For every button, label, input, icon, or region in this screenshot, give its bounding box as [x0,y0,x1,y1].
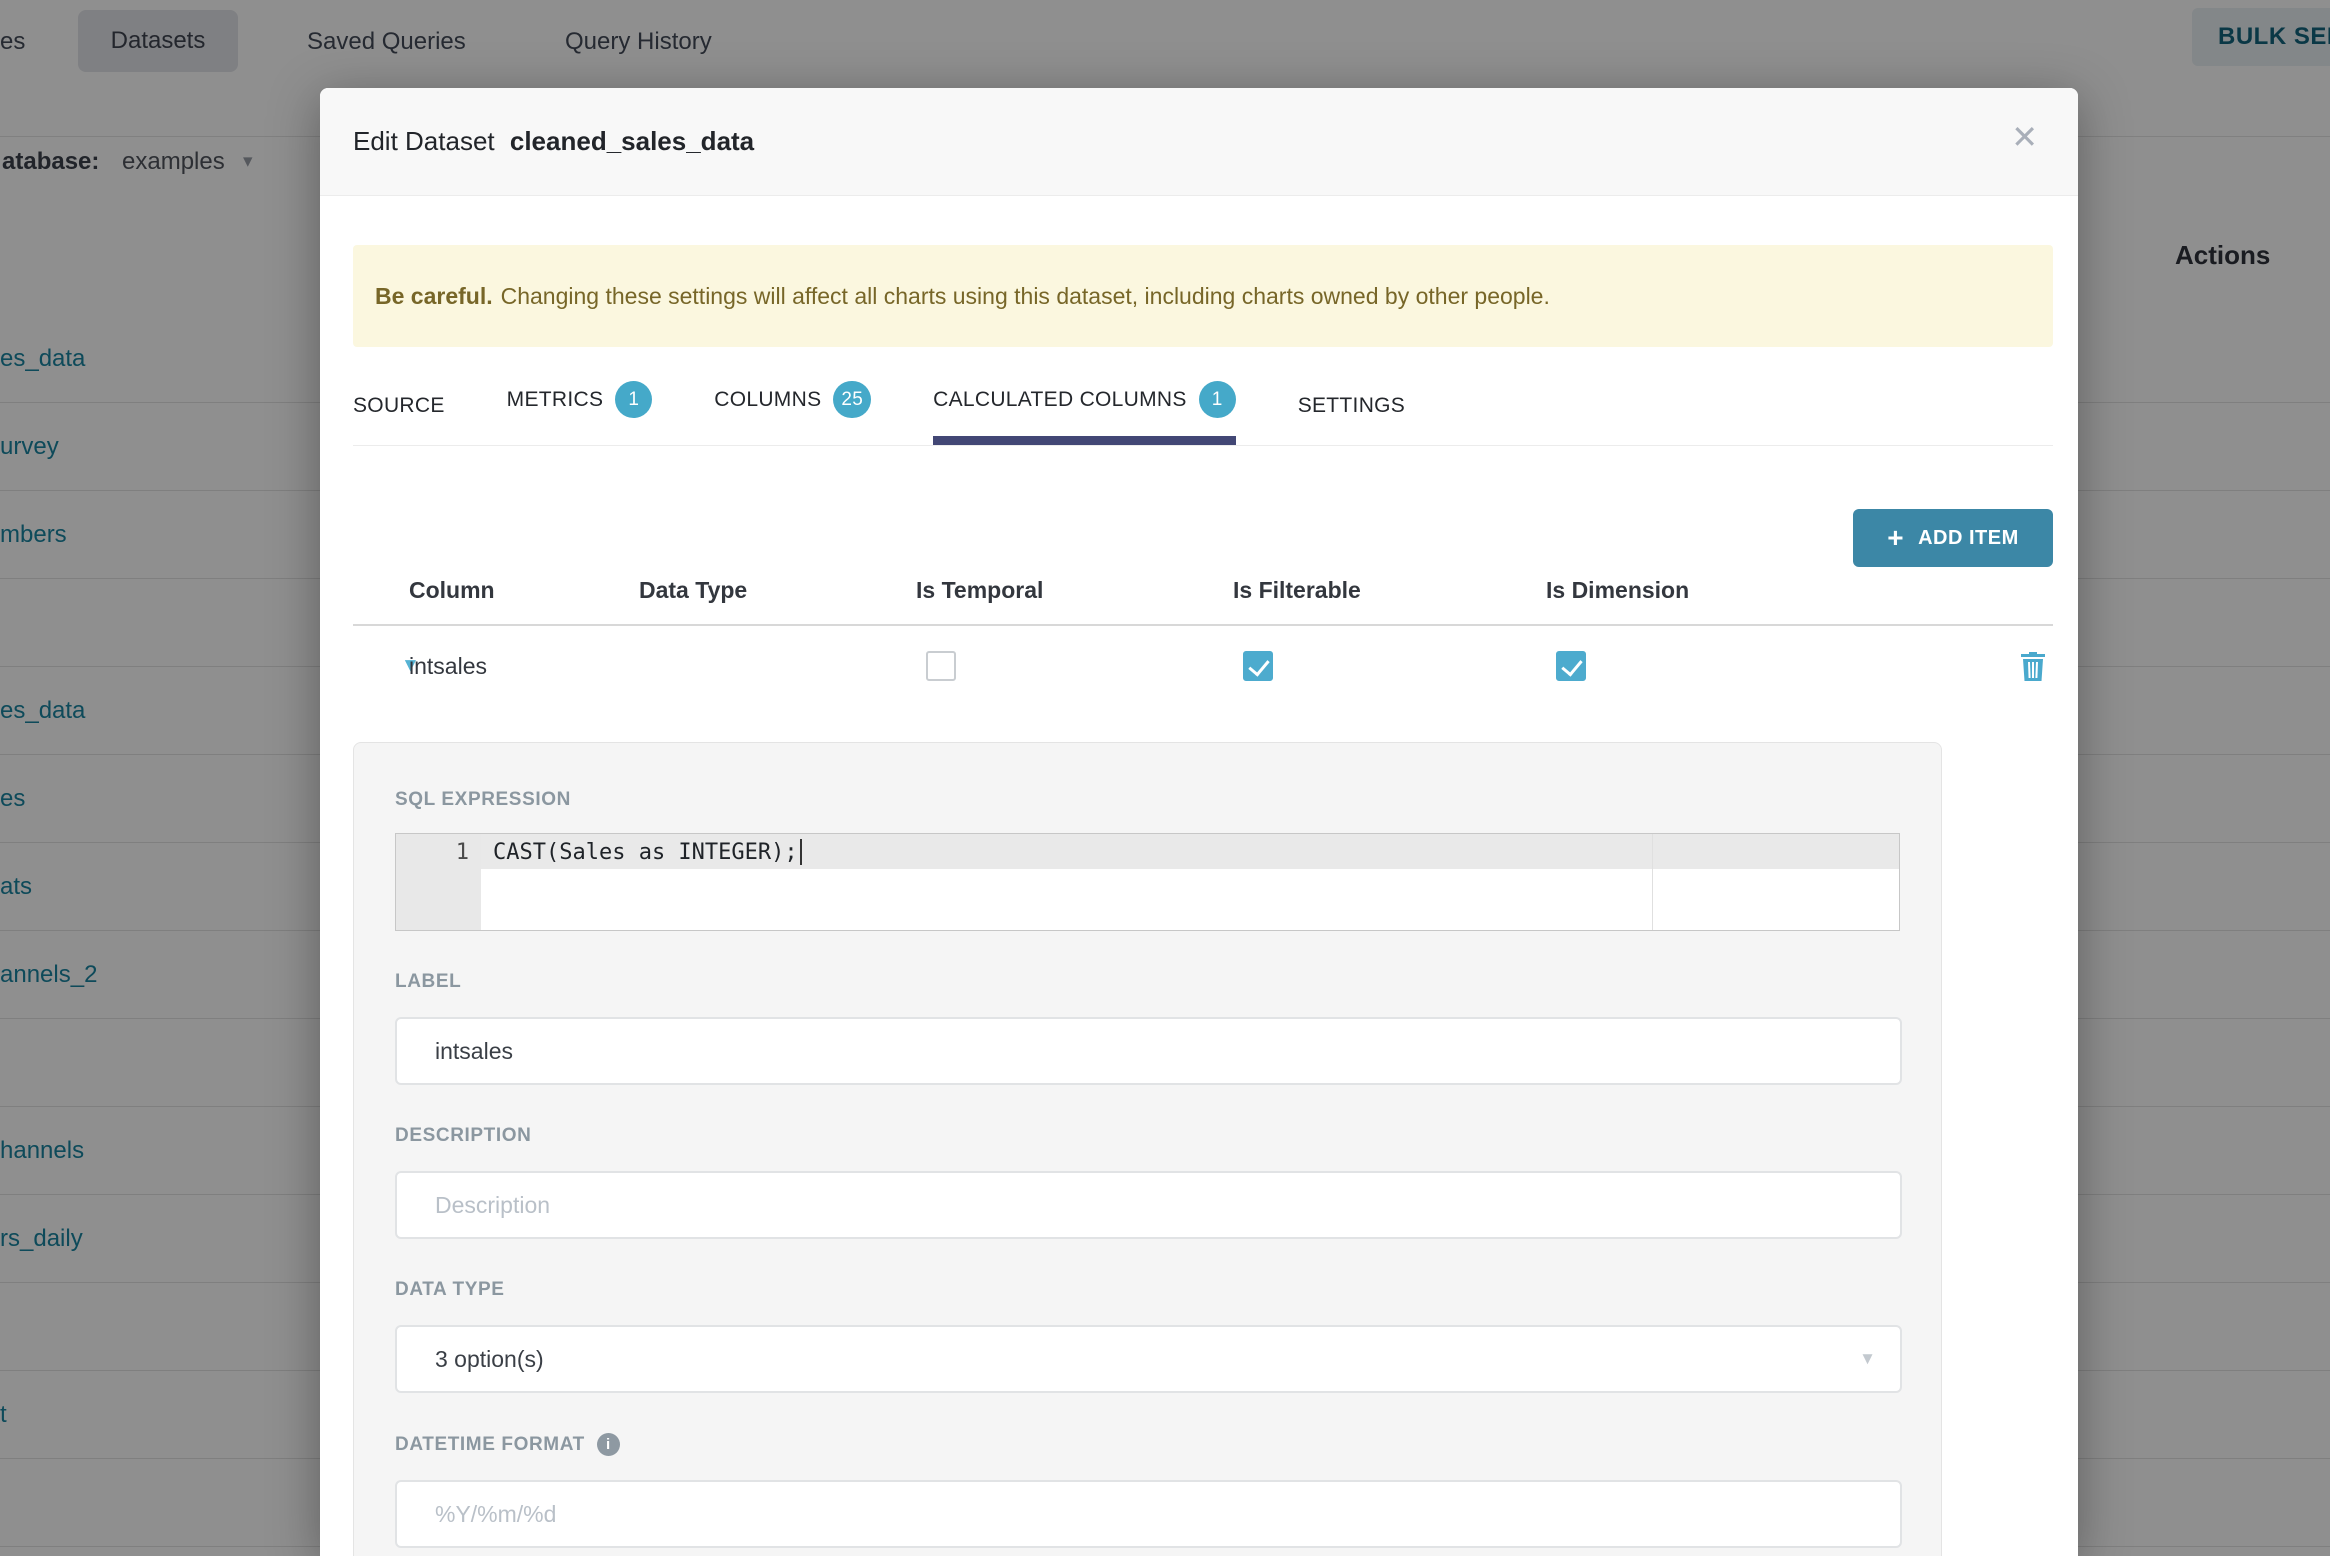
sql-code-text: CAST(Sales as INTEGER); [493,840,798,865]
text-cursor [799,839,802,865]
trash-column-spacer [1993,591,2053,611]
modal-title-dataset-name: cleaned_sales_data [509,126,755,156]
modal-header: Edit Dataset cleaned_sales_data ✕ [320,88,2078,196]
header-is-dimension: Is Dimension [1546,577,1690,603]
sql-expression-label-text: SQL EXPRESSION [395,789,571,810]
editor-print-margin [1652,834,1653,930]
add-item-label: ADD ITEM [1918,526,2019,549]
info-icon[interactable]: i [596,1433,620,1456]
line-number: 1 [455,840,469,865]
is-temporal-checkbox[interactable] [926,651,956,681]
calculated-columns-table: Column Data Type Is Temporal Is Filterab… [353,577,2053,706]
tab-metrics[interactable]: METRICS 1 [507,381,653,445]
modal-body: Be careful. Changing these settings will… [320,245,2078,1556]
chevron-down-icon: ▼ [1859,1349,1876,1368]
datetime-format-label-text: DATETIME FORMAT [395,1433,585,1455]
data-type-field-label-text: DATA TYPE [395,1279,505,1300]
sql-expression-editor[interactable]: 1 CAST(Sales as INTEGER); [395,833,1900,931]
label-input[interactable] [395,1017,1902,1085]
tab-calculated-columns-label: CALCULATED COLUMNS [933,387,1187,411]
trash-icon[interactable] [2019,650,2047,682]
label-field-label-text: LABEL [395,971,462,992]
modal-title-prefix: Edit Dataset [353,126,495,156]
tab-settings-label: SETTINGS [1297,394,1406,417]
tab-columns[interactable]: COLUMNS 25 [714,381,872,445]
tab-metrics-label: METRICS [506,387,604,411]
caret-column-spacer [353,591,409,611]
sql-expression-label: SQL EXPRESSION [395,789,1900,811]
delete-cell [1993,650,2053,682]
datetime-format-input[interactable] [395,1480,1902,1548]
metrics-count-badge: 1 [615,381,653,418]
is-temporal-cell [916,651,1233,681]
description-field-label: DESCRIPTION [395,1125,1900,1147]
tab-columns-label: COLUMNS [714,387,822,411]
add-item-button[interactable]: + ADD ITEM [1853,509,2053,567]
edit-dataset-modal: Edit Dataset cleaned_sales_data ✕ Be car… [320,88,2078,1556]
is-dimension-cell [1546,651,1993,681]
tab-settings[interactable]: SETTINGS [1298,394,1405,445]
calculated-column-editor-panel: SQL EXPRESSION 1 CAST(Sales as INTEGER);… [353,742,1942,1556]
column-name: intsales [409,652,487,679]
warning-banner: Be careful. Changing these settings will… [353,245,2053,347]
columns-table-header: Column Data Type Is Temporal Is Filterab… [353,577,2053,626]
sql-code-line: CAST(Sales as INTEGER); [493,838,802,868]
editor-line-number-gutter: 1 [396,834,481,930]
close-icon[interactable]: ✕ [2005,120,2044,154]
plus-icon: + [1887,522,1905,553]
is-dimension-checkbox[interactable] [1556,651,1586,681]
modal-title: Edit Dataset cleaned_sales_data [353,126,754,157]
description-field-label-text: DESCRIPTION [395,1125,532,1146]
tab-source-label: SOURCE [353,394,445,417]
header-data-type: Data Type [639,577,748,603]
data-type-selected-value: 3 option(s) [435,1345,544,1372]
columns-count-badge: 25 [833,381,872,418]
header-is-filterable: Is Filterable [1233,577,1361,603]
modal-tabs: SOURCE METRICS 1 COLUMNS 25 CALCULATED C… [353,381,2053,446]
collapse-caret-icon[interactable]: ▼ [353,655,420,677]
table-row: ▼ intsales [353,626,2053,706]
warning-text: Changing these settings will affect all … [500,282,1550,309]
label-field-label: LABEL [395,971,1900,993]
warning-bold: Be careful. [375,282,493,309]
header-is-temporal: Is Temporal [916,577,1044,603]
is-filterable-checkbox[interactable] [1243,651,1273,681]
tab-source[interactable]: SOURCE [353,394,445,445]
description-input[interactable] [395,1171,1902,1239]
tab-calculated-columns[interactable]: CALCULATED COLUMNS 1 [933,381,1236,445]
add-item-row: + ADD ITEM [353,509,2053,567]
datetime-format-field-label: DATETIME FORMAT i [395,1433,1900,1456]
header-column: Column [409,577,495,603]
is-filterable-cell [1233,651,1546,681]
data-type-field-label: DATA TYPE [395,1279,1900,1301]
calculated-columns-count-badge: 1 [1198,381,1236,418]
data-type-select[interactable]: 3 option(s) ▼ [395,1325,1902,1393]
